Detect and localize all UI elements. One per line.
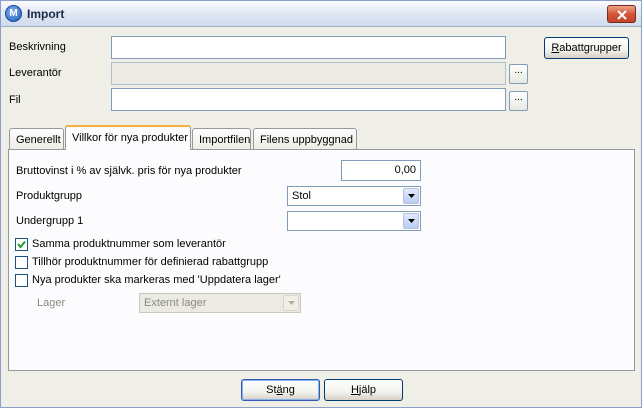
checkbox-uppdatera-lager-label[interactable]: Nya produkter ska markeras med 'Uppdater…	[32, 274, 281, 286]
chevron-down-icon	[408, 194, 415, 198]
rabattgrupper-button[interactable]: Rabattgrupper	[544, 37, 629, 59]
stang-button[interactable]: Stäng	[241, 379, 320, 401]
beskrivning-input[interactable]	[111, 36, 506, 59]
fil-browse-button[interactable]: ...	[509, 91, 528, 111]
tab-filens-uppbyggnad[interactable]: Filens uppbyggnad	[253, 128, 357, 150]
title-bar[interactable]: M Import	[1, 1, 641, 27]
rabattgrupper-label: abattgrupper	[559, 42, 622, 54]
tab-generellt[interactable]: Generellt	[9, 128, 64, 150]
chevron-down-icon	[288, 301, 295, 305]
hjalp-label: jälp	[358, 384, 377, 396]
beskrivning-label: Beskrivning	[9, 41, 66, 53]
fil-label: Fil	[9, 94, 21, 106]
produktgrupp-select[interactable]: Stol	[287, 186, 421, 206]
window-title: Import	[27, 7, 65, 21]
checkbox-tillhor-rabattgrupp[interactable]	[15, 256, 28, 269]
bruttovinst-input[interactable]: 0,00	[341, 160, 421, 181]
bruttovinst-label: Bruttovinst i % av självk. pris för nya …	[16, 165, 242, 177]
import-dialog: M Import Beskrivning Rabattgrupper Lever…	[0, 0, 642, 408]
tab-importfilen[interactable]: Importfilen	[192, 128, 251, 150]
undergrupp-select[interactable]	[287, 211, 421, 231]
fil-input[interactable]	[111, 88, 506, 111]
checkbox-tillhor-rabattgrupp-label[interactable]: Tillhör produktnummer för definierad rab…	[32, 256, 268, 268]
lager-label: Lager	[37, 297, 66, 309]
leverantor-browse-button[interactable]: ...	[509, 64, 528, 84]
app-icon: M	[5, 5, 22, 22]
close-icon	[617, 10, 627, 20]
hjalp-button[interactable]: Hjälp	[324, 379, 403, 401]
produktgrupp-dropdown-button[interactable]	[403, 188, 419, 204]
leverantor-input	[111, 62, 506, 85]
tab-villkor-nya-produkter[interactable]: Villkor för nya produkter	[65, 125, 191, 150]
leverantor-label: Leverantör	[9, 67, 62, 79]
produktgrupp-label: Produktgrupp	[16, 190, 83, 202]
chevron-down-icon	[408, 219, 415, 223]
undergrupp-label: Undergrupp 1	[16, 215, 84, 227]
lager-select: Externt lager	[139, 293, 301, 313]
stang-label-part1: St	[266, 384, 277, 396]
stang-label-part2: ng	[282, 384, 295, 396]
bruttovinst-value: 0,00	[394, 164, 416, 176]
hjalp-mnemonic: H	[350, 384, 359, 396]
lager-value: Externt lager	[144, 297, 207, 309]
checkbox-samma-produktnummer[interactable]	[15, 238, 28, 251]
checkmark-icon	[17, 240, 26, 249]
undergrupp-dropdown-button[interactable]	[403, 213, 419, 229]
checkbox-samma-produktnummer-label[interactable]: Samma produktnummer som leverantör	[32, 238, 226, 250]
produktgrupp-value: Stol	[292, 190, 311, 202]
checkbox-uppdatera-lager[interactable]	[15, 274, 28, 287]
close-button[interactable]	[607, 5, 636, 23]
lager-dropdown-button	[283, 295, 299, 311]
